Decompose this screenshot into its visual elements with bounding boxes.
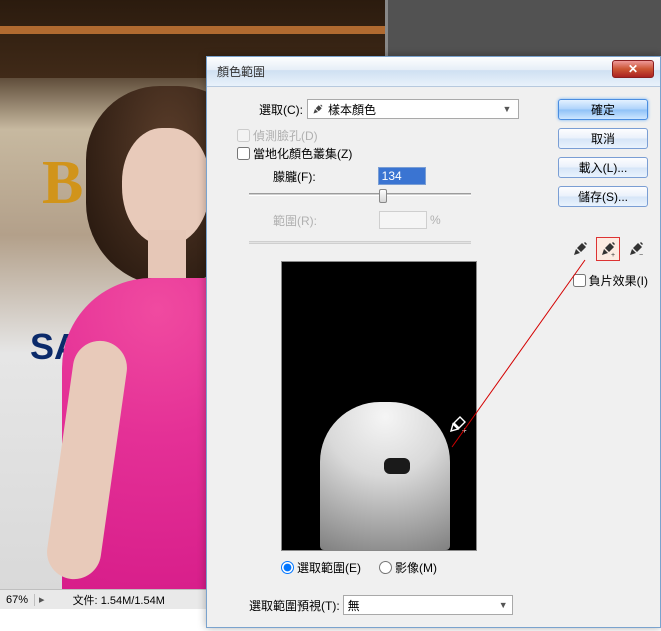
fuzziness-slider[interactable] (249, 187, 471, 201)
zoom-chevron-icon[interactable]: ▸ (35, 593, 49, 606)
load-button[interactable]: 載入(L)... (558, 157, 648, 178)
slider-thumb[interactable] (379, 189, 387, 203)
preview-mode-value: 無 (348, 597, 360, 614)
range-input (379, 211, 427, 229)
range-slider (249, 235, 471, 249)
photo-letter-b: B (42, 148, 83, 219)
titlebar[interactable]: 顏色範圍 ✕ (207, 57, 660, 87)
select-label: 選取(C): (259, 101, 303, 118)
file-label: 文件: (73, 595, 98, 607)
detect-faces-label: 偵測臉孔(D) (253, 127, 318, 144)
zoom-level[interactable]: 67% (0, 594, 35, 606)
eyedropper-tool[interactable] (568, 237, 592, 261)
select-dropdown[interactable]: 樣本顏色 ▼ (307, 99, 519, 119)
preview-mode-label: 選取範圍預視(T): (249, 597, 340, 614)
select-value: 樣本顏色 (324, 101, 500, 118)
selection-preview[interactable]: + (281, 261, 477, 551)
eyedropper-subtract-tool[interactable]: − (624, 237, 648, 261)
svg-text:+: + (611, 252, 615, 258)
chevron-down-icon: ▼ (499, 600, 508, 610)
eyedropper-small-icon (312, 103, 324, 115)
ok-button[interactable]: 確定 (558, 99, 648, 120)
save-button[interactable]: 儲存(S)... (558, 186, 648, 207)
eyedropper-cursor-icon: + (448, 414, 468, 437)
radio-selection[interactable]: 選取範圍(E) (281, 559, 361, 576)
radio-image-label: 影像(M) (395, 559, 437, 576)
cancel-button[interactable]: 取消 (558, 128, 648, 149)
localized-clusters-checkbox[interactable]: 當地化顏色叢集(Z) (237, 145, 352, 162)
file-size: 1.54M/1.54M (101, 595, 165, 607)
fuzziness-input[interactable] (378, 167, 426, 185)
dialog-title: 顏色範圍 (217, 63, 265, 80)
invert-label: 負片效果(I) (589, 272, 648, 289)
localized-clusters-label: 當地化顏色叢集(Z) (253, 145, 352, 162)
radio-image[interactable]: 影像(M) (379, 559, 437, 576)
color-range-dialog: 顏色範圍 ✕ 選取(C): 樣本顏色 ▼ 偵測臉孔(D) 當地化顏色叢集(Z) (206, 56, 661, 628)
preview-mode-dropdown[interactable]: 無 ▼ (343, 595, 513, 615)
invert-checkbox[interactable]: 負片效果(I) (573, 272, 648, 289)
fuzziness-label: 朦朧(F): (273, 168, 316, 185)
detect-faces-checkbox[interactable]: 偵測臉孔(D) (237, 127, 318, 144)
eyedropper-add-tool[interactable]: + (596, 237, 620, 261)
app-dark-background (388, 0, 661, 56)
range-label: 範圍(R): (273, 212, 317, 229)
svg-text:−: − (639, 252, 643, 258)
range-percent: % (430, 213, 441, 227)
chevron-down-icon: ▼ (500, 104, 514, 114)
radio-selection-label: 選取範圍(E) (297, 559, 361, 576)
svg-text:+: + (462, 426, 467, 434)
close-button[interactable]: ✕ (612, 60, 654, 78)
close-icon: ✕ (628, 62, 638, 76)
